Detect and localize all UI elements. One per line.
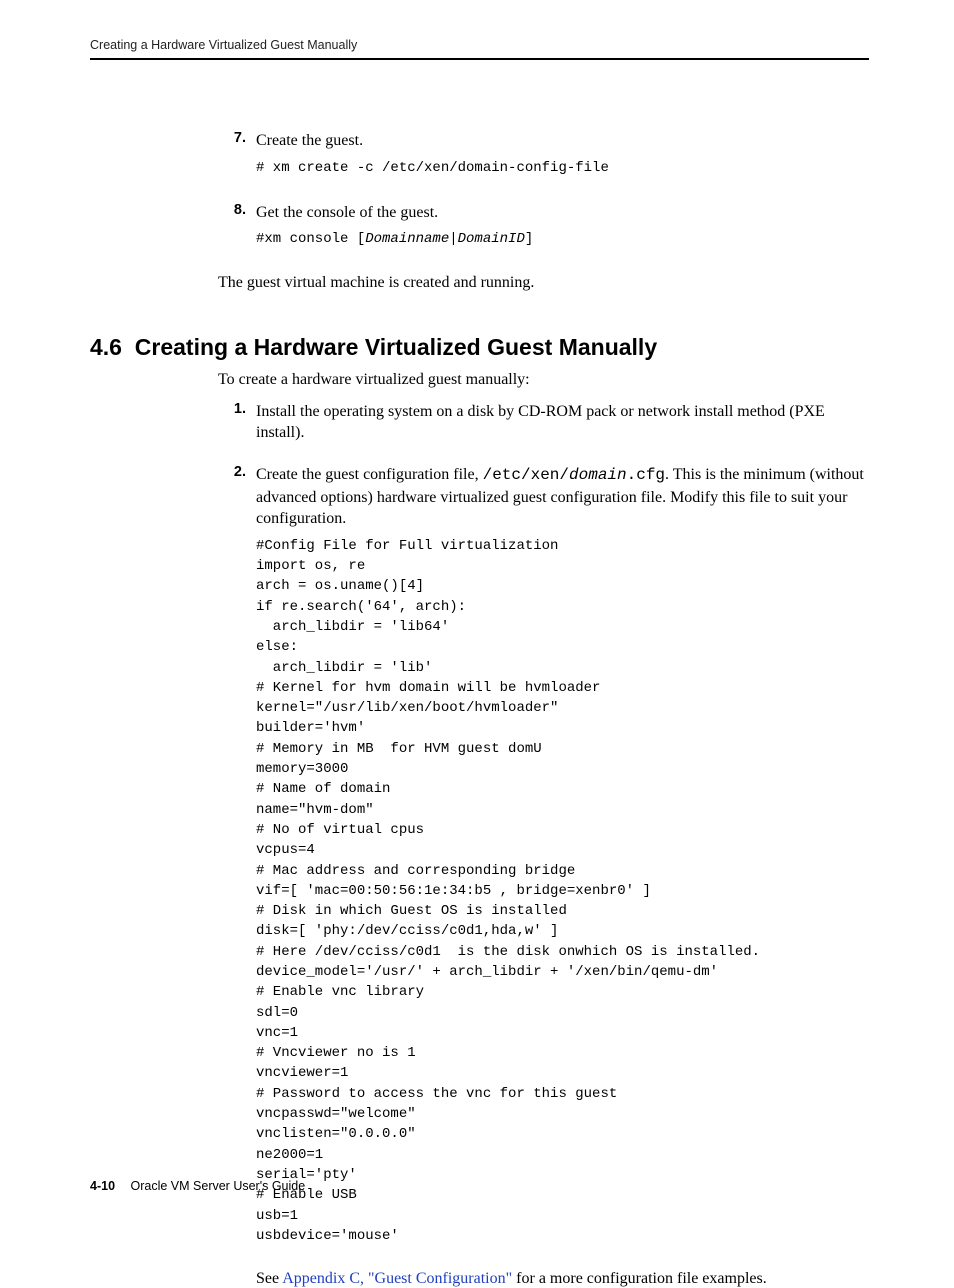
list-body: Create the guest configuration file, /et… (256, 464, 869, 1256)
step-text: Get the console of the guest. (256, 202, 869, 224)
closing-paragraph: The guest virtual machine is created and… (218, 274, 869, 292)
text-a: Create the guest configuration file, (256, 466, 483, 483)
step-text: Create the guest configuration file, /et… (256, 464, 869, 530)
list-marker: 2. (218, 464, 256, 480)
ordered-list: 1. Install the operating system on a dis… (218, 401, 869, 1256)
see-reference: See Appendix C, "Guest Configuration" fo… (256, 1270, 869, 1288)
code-block: # xm create -c /etc/xen/domain-config-fi… (256, 158, 869, 178)
page-content: 7. Create the guest. # xm create -c /etc… (90, 60, 869, 1288)
page-number: 4-10 (90, 1179, 115, 1193)
list-marker: 1. (218, 401, 256, 417)
page: Creating a Hardware Virtualized Guest Ma… (0, 0, 954, 1235)
step-text: Create the guest. (256, 130, 869, 152)
footer-separator (115, 1179, 130, 1193)
list-item: 7. Create the guest. # xm create -c /etc… (218, 130, 869, 188)
list-item: 1. Install the operating system on a dis… (218, 401, 869, 450)
see-prefix: See (256, 1270, 282, 1287)
list-body: Create the guest. # xm create -c /etc/xe… (256, 130, 869, 188)
ordered-list-continued: 7. Create the guest. # xm create -c /etc… (218, 130, 869, 260)
code-block: #Config File for Full virtualization imp… (256, 536, 869, 1246)
code-suffix: ] (525, 231, 533, 247)
section-number: 4.6 (90, 334, 122, 360)
list-body: Install the operating system on a disk b… (256, 401, 869, 450)
list-marker: 8. (218, 202, 256, 218)
list-marker: 7. (218, 130, 256, 146)
list-item: 2. Create the guest configuration file, … (218, 464, 869, 1256)
path-prefix: /etc/xen/ (483, 466, 569, 484)
section-heading: 4.6 Creating a Hardware Virtualized Gues… (90, 334, 869, 361)
appendix-link[interactable]: Appendix C, "Guest Configuration" (282, 1270, 512, 1287)
list-item: 8. Get the console of the guest. #xm con… (218, 202, 869, 260)
section-intro: To create a hardware virtualized guest m… (218, 371, 869, 389)
page-footer: 4-10 Oracle VM Server User's Guide (90, 1179, 305, 1193)
code-args: Domainname|DomainID (365, 231, 525, 247)
book-title: Oracle VM Server User's Guide (131, 1179, 306, 1193)
path-variable: domain (569, 466, 627, 484)
code-prefix: #xm console [ (256, 231, 365, 247)
see-suffix: for a more configuration file examples. (512, 1270, 767, 1287)
path-suffix: .cfg (627, 466, 665, 484)
code-block: #xm console [Domainname|DomainID] (256, 229, 869, 249)
section-title: Creating a Hardware Virtualized Guest Ma… (135, 334, 657, 360)
list-body: Get the console of the guest. #xm consol… (256, 202, 869, 260)
running-header: Creating a Hardware Virtualized Guest Ma… (90, 38, 869, 60)
step-text: Install the operating system on a disk b… (256, 401, 869, 444)
